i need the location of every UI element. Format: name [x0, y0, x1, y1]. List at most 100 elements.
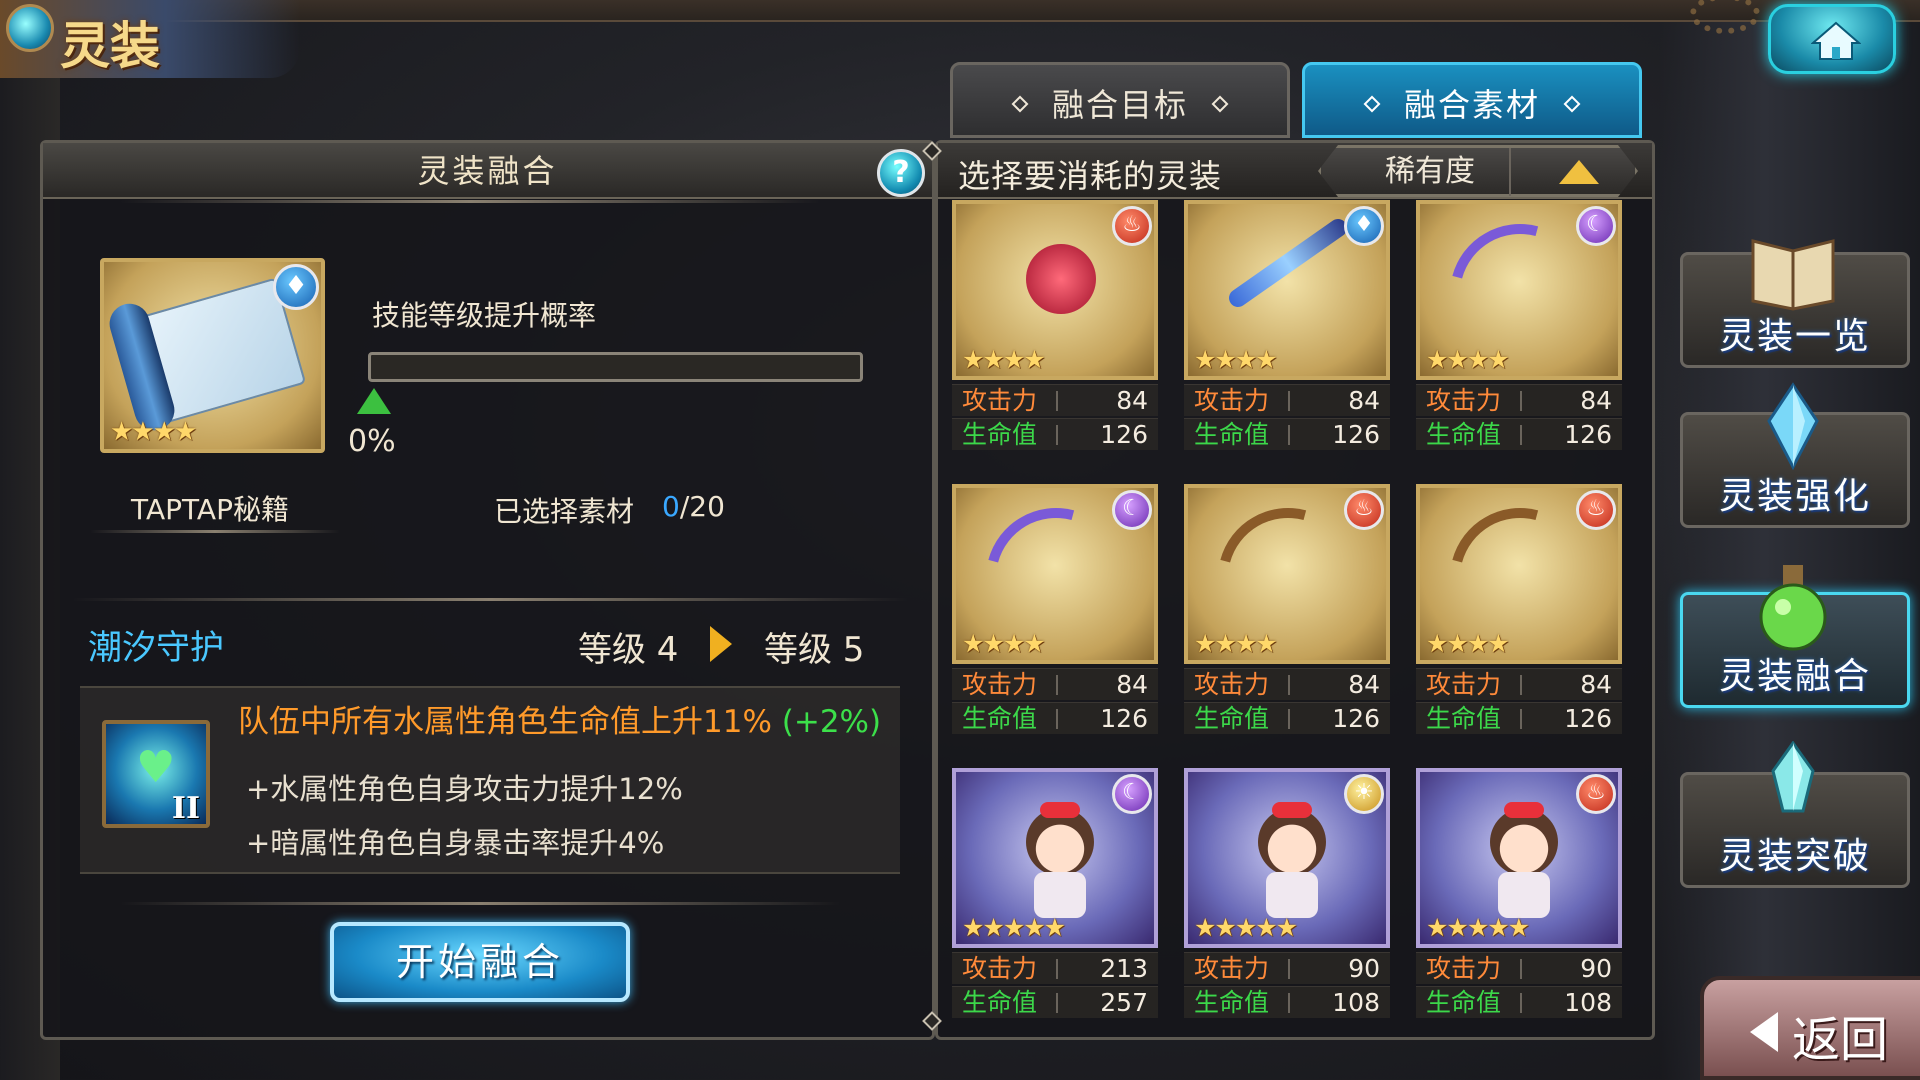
fire-element-icon: ♨: [1112, 206, 1152, 246]
sort-ascending-icon[interactable]: [1559, 160, 1599, 184]
dark-element-icon: ☾: [1112, 774, 1152, 814]
attack-stat: 攻击力 84: [1416, 668, 1622, 700]
attack-stat: 攻击力 90: [1416, 952, 1622, 984]
attack-stat: 攻击力 213: [952, 952, 1158, 984]
hp-value: 108: [1564, 988, 1612, 1017]
material-card[interactable]: ☀ ★★★★★ 攻击力 90 生命值 108: [1184, 768, 1390, 1018]
attack-value: 84: [1116, 386, 1148, 415]
attack-label: 攻击力: [1194, 954, 1270, 983]
material-art: ☀ ★★★★★: [1184, 768, 1390, 948]
screen-logo: 灵装: [0, 0, 300, 78]
material-art: ☾ ★★★★★: [952, 768, 1158, 948]
stat-divider: [1288, 709, 1290, 729]
divider: [120, 200, 820, 203]
hp-value: 108: [1332, 988, 1380, 1017]
material-card[interactable]: ♨ ★★★★ 攻击力 84 生命值 126: [952, 200, 1158, 450]
background-curtain: [1660, 0, 1920, 1080]
sort-selector[interactable]: 稀有度: [1318, 145, 1638, 197]
hp-label: 生命值: [1426, 704, 1502, 733]
diamond-icon: [1563, 95, 1581, 113]
back-arrow-icon: [1750, 1012, 1778, 1052]
side-menu-item-breakthrough[interactable]: 灵装突破: [1680, 741, 1910, 888]
skill-name: 潮汐守护: [88, 628, 224, 668]
skill-up-label: 技能等级提升概率: [372, 299, 597, 332]
hp-stat: 生命值 108: [1184, 986, 1390, 1018]
divider: [120, 902, 840, 905]
material-card[interactable]: ♨ ★★★★★ 攻击力 90 生命值 108: [1416, 768, 1622, 1018]
stat-divider: [1288, 959, 1290, 979]
hp-value: 126: [1564, 420, 1612, 449]
skill-sub-effect: +水属性角色自身攻击力提升12%: [246, 772, 683, 806]
start-fusion-button[interactable]: 开始融合: [330, 922, 630, 1002]
doll-head: [1490, 808, 1558, 876]
material-card[interactable]: ♨ ★★★★ 攻击力 84 生命值 126: [1416, 484, 1622, 734]
material-card[interactable]: ☾ ★★★★ 攻击力 84 生命值 126: [1416, 200, 1622, 450]
stat-divider: [1520, 993, 1522, 1013]
fire-element-icon: ♨: [1576, 490, 1616, 530]
stat-divider: [1288, 425, 1290, 445]
attack-stat: 攻击力 84: [1184, 384, 1390, 416]
material-art: ☾ ★★★★: [1416, 200, 1622, 380]
material-card[interactable]: ♨ ★★★★ 攻击力 84 生命值 126: [1184, 484, 1390, 734]
attack-label: 攻击力: [1426, 670, 1502, 699]
main-effect-text: 队伍中所有水属性角色生命值上升11%: [238, 704, 772, 740]
home-icon: [1811, 21, 1861, 60]
stat-divider: [1520, 391, 1522, 411]
selected-material-count: 0/20: [662, 490, 725, 523]
skill-up-progress-bar: [368, 352, 863, 382]
attack-label: 攻击力: [1426, 954, 1502, 983]
back-button[interactable]: 返回: [1700, 976, 1920, 1080]
material-art: ☾ ★★★★: [952, 484, 1158, 664]
hp-stat: 生命值 126: [1416, 702, 1622, 734]
stat-divider: [1056, 709, 1058, 729]
help-button[interactable]: ?: [877, 149, 925, 197]
main-effect-bonus: (+2%): [781, 704, 882, 740]
tab-fusion-material[interactable]: 融合素材: [1302, 62, 1642, 138]
attack-stat: 攻击力 84: [1416, 384, 1622, 416]
target-equipment-card[interactable]: ♦ ★★★★: [100, 258, 325, 453]
hp-label: 生命值: [1194, 988, 1270, 1017]
material-panel-header: 选择要消耗的灵装 稀有度: [938, 143, 1652, 199]
stat-divider: [1288, 993, 1290, 1013]
side-menu-item-enhance[interactable]: 灵装强化: [1680, 382, 1910, 528]
hp-stat: 生命值 126: [1184, 418, 1390, 450]
rarity-stars: ★★★★★: [962, 913, 1066, 942]
side-menu-item-list[interactable]: 灵装一览: [1680, 239, 1910, 368]
doll-bow: [1504, 802, 1544, 818]
tab-fusion-target[interactable]: 融合目标: [950, 62, 1290, 138]
selected-count-value: 0: [662, 490, 680, 523]
side-menu-item-fusion[interactable]: 灵装融合: [1680, 565, 1910, 708]
stat-divider: [1056, 959, 1058, 979]
skill-sub-effect: +暗属性角色自身暴击率提升4%: [246, 826, 665, 860]
water-element-icon: ♦: [273, 264, 319, 310]
side-menu-label: 灵装突破: [1718, 836, 1871, 877]
attack-value: 84: [1580, 670, 1612, 699]
selected-count-max: /20: [679, 490, 725, 523]
level-arrow-icon: [710, 626, 732, 662]
hp-label: 生命值: [962, 704, 1038, 733]
material-card[interactable]: ☾ ★★★★ 攻击力 84 生命值 126: [952, 484, 1158, 734]
material-art: ♦ ★★★★: [1184, 200, 1390, 380]
fire-element-icon: ♨: [1344, 490, 1384, 530]
hp-stat: 生命值 108: [1416, 986, 1622, 1018]
material-art: ♨ ★★★★: [1184, 484, 1390, 664]
material-card[interactable]: ♦ ★★★★ 攻击力 84 生命值 126: [1184, 200, 1390, 450]
doll-icon: [1012, 802, 1108, 918]
rose-weapon-icon: [1026, 244, 1096, 314]
attack-label: 攻击力: [962, 386, 1038, 415]
skill-main-effect: 队伍中所有水属性角色生命值上升11% (+2%): [238, 696, 881, 741]
crystal-icon: [1767, 382, 1819, 471]
material-card[interactable]: ☾ ★★★★★ 攻击力 213 生命值 257: [952, 768, 1158, 1018]
home-button[interactable]: [1768, 4, 1896, 74]
rarity-stars: ★★★★★: [1194, 913, 1298, 942]
material-art: ♨ ★★★★: [1416, 484, 1622, 664]
attack-value: 84: [1116, 670, 1148, 699]
tab-label: 融合目标: [1051, 86, 1188, 124]
hp-label: 生命值: [962, 420, 1038, 449]
attack-value: 84: [1348, 670, 1380, 699]
selected-material-label: 已选择素材: [494, 495, 635, 528]
stat-divider: [1056, 675, 1058, 695]
hp-stat: 生命值 126: [1184, 702, 1390, 734]
book-icon: [1751, 239, 1835, 311]
divider: [72, 598, 908, 601]
